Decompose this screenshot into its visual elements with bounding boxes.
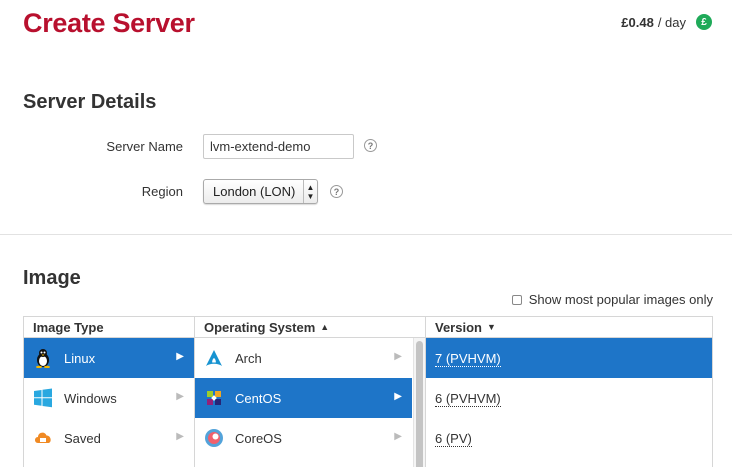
pound-icon[interactable]: £ xyxy=(696,14,712,30)
image-picker: Image Type Linux ▶ Windows ▶ Saved ▶ Ope… xyxy=(23,316,713,467)
chevron-right-icon: ▶ xyxy=(394,391,402,402)
popular-images-checkbox[interactable] xyxy=(511,294,522,305)
os-scrollbar-thumb[interactable] xyxy=(416,341,423,467)
version-label-wrap: 6 (PVHVM) xyxy=(426,390,712,407)
os-label: CentOS xyxy=(235,390,282,406)
chevron-right-icon: ▶ xyxy=(176,431,184,442)
windows-icon xyxy=(33,388,53,408)
cost-summary: £0.48 / day £ xyxy=(621,14,712,30)
os-coreos[interactable]: CoreOS ▶ xyxy=(195,418,412,458)
version-label-wrap: 7 (PVHVM) xyxy=(426,350,712,367)
operating-system-header[interactable]: Operating System ▲ xyxy=(195,317,425,338)
region-select-value: London (LON) xyxy=(213,184,296,199)
popular-images-toggle[interactable]: Show most popular images only xyxy=(511,292,713,307)
chevron-right-icon: ▶ xyxy=(176,391,184,402)
help-icon[interactable]: ? xyxy=(330,185,343,198)
image-type-label: Saved xyxy=(64,430,101,446)
image-type-header: Image Type xyxy=(24,317,194,338)
version-item[interactable]: 6 (PVHVM) xyxy=(426,378,712,418)
cost-amount: £0.48 xyxy=(621,14,654,30)
section-divider xyxy=(0,234,732,235)
popular-images-label: Show most popular images only xyxy=(528,292,713,307)
version-item[interactable]: 6 (PV) xyxy=(426,418,712,458)
os-label: CoreOS xyxy=(235,430,282,446)
page-title: Create Server xyxy=(23,8,195,38)
version-label: 6 (PVHVM) xyxy=(435,390,501,407)
select-arrows-icon: ▲ ▼ xyxy=(303,180,317,203)
operating-system-column: Operating System ▲ Arch ▶ CentOS ▶ CoreO… xyxy=(195,317,426,467)
os-centos[interactable]: CentOS ▶ xyxy=(195,378,412,418)
help-icon[interactable]: ? xyxy=(364,139,377,152)
os-label: Arch xyxy=(235,350,262,366)
tux-icon xyxy=(33,348,53,368)
image-type-column: Image Type Linux ▶ Windows ▶ Saved ▶ xyxy=(24,317,195,467)
sort-ascending-icon[interactable]: ▲ xyxy=(320,322,329,332)
image-type-header-label: Image Type xyxy=(33,319,104,335)
image-type-label: Windows xyxy=(64,390,117,406)
image-type-saved[interactable]: Saved ▶ xyxy=(24,418,194,458)
sort-descending-icon[interactable]: ▼ xyxy=(487,322,496,332)
operating-system-header-label: Operating System xyxy=(204,319,316,335)
os-arch[interactable]: Arch ▶ xyxy=(195,338,412,378)
chevron-right-icon: ▶ xyxy=(176,351,184,362)
arch-icon xyxy=(204,348,224,368)
region-label: Region xyxy=(141,184,183,199)
coreos-icon xyxy=(204,428,224,448)
image-type-windows[interactable]: Windows ▶ xyxy=(24,378,194,418)
image-type-linux[interactable]: Linux ▶ xyxy=(24,338,194,378)
region-select[interactable]: London (LON) ▲ ▼ xyxy=(203,179,318,204)
version-header-label: Version xyxy=(435,319,482,335)
version-header[interactable]: Version ▼ xyxy=(426,317,712,338)
chevron-right-icon: ▶ xyxy=(394,351,402,362)
cost-period: / day xyxy=(657,14,686,30)
image-type-label: Linux xyxy=(64,350,96,366)
version-label-wrap: 6 (PV) xyxy=(426,430,712,447)
server-name-input[interactable] xyxy=(203,134,354,159)
server-name-label: Server Name xyxy=(106,139,183,154)
saved-image-icon xyxy=(33,428,53,448)
server-details-heading: Server Details xyxy=(23,91,157,113)
version-item[interactable]: 7 (PVHVM) xyxy=(426,338,712,378)
version-label: 6 (PV) xyxy=(435,430,472,447)
os-scrollbar[interactable] xyxy=(413,338,425,467)
chevron-right-icon: ▶ xyxy=(394,431,402,442)
version-column: Version ▼ 7 (PVHVM) 6 (PVHVM) 6 (PV) xyxy=(426,317,712,467)
image-heading: Image xyxy=(23,267,81,289)
version-label: 7 (PVHVM) xyxy=(435,350,501,367)
centos-icon xyxy=(204,388,224,408)
